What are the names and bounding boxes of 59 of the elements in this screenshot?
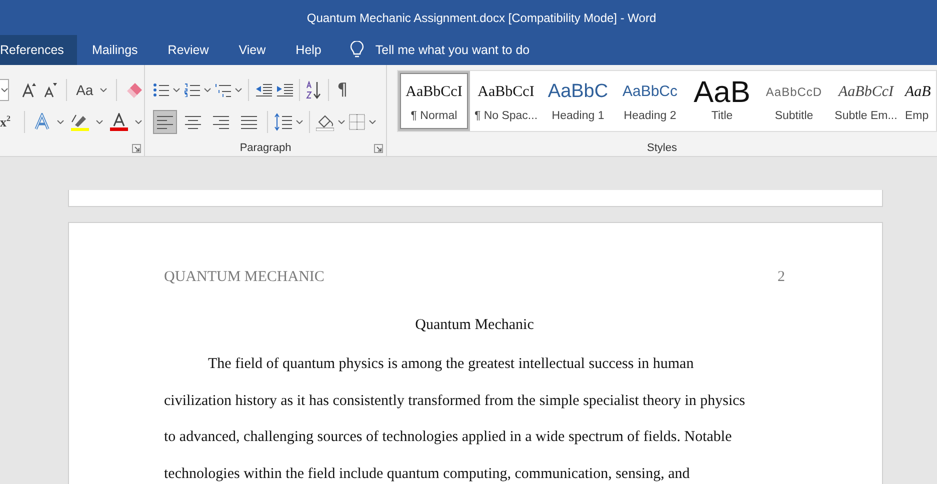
bullet-list-icon[interactable]: [153, 83, 169, 97]
align-right-icon: [211, 113, 231, 131]
style-option[interactable]: AaBbCcI ¶ No Spac...: [470, 71, 542, 131]
align-justify-icon: [239, 113, 259, 131]
borders-icon[interactable]: [349, 114, 365, 130]
document-title: Quantum Mechanic: [414, 317, 535, 334]
caret-icon[interactable]: [100, 88, 108, 92]
group-label: Styles: [646, 142, 678, 154]
numbered-list-icon[interactable]: [184, 83, 200, 97]
eraser-icon[interactable]: [126, 81, 144, 99]
shrink-font-icon[interactable]: [43, 82, 58, 98]
ribbon-tab[interactable]: Help: [280, 35, 336, 65]
caret-icon[interactable]: [338, 120, 345, 124]
caret-icon[interactable]: [56, 120, 64, 124]
caret-icon[interactable]: [296, 120, 303, 124]
font-size-field[interactable]: [0, 79, 10, 101]
dialog-launcher-icon[interactable]: [132, 144, 141, 153]
style-option[interactable]: AaB Title: [686, 71, 758, 131]
caret-icon[interactable]: [0, 88, 8, 92]
style-option[interactable]: AaBbCc Heading 2: [614, 71, 686, 131]
align-left-icon: [155, 113, 175, 131]
caret-icon[interactable]: [369, 120, 376, 124]
caret-icon[interactable]: [134, 120, 142, 124]
search-field[interactable]: Tell me what you want to do: [375, 43, 576, 57]
ribbon-tab[interactable]: View: [224, 35, 281, 65]
lightbulb-icon: [350, 41, 364, 59]
ribbon-tab[interactable]: Mailings: [76, 35, 153, 65]
ribbon-tab[interactable]: References: [0, 35, 77, 65]
page-number: 2: [778, 269, 785, 286]
running-header: QUANTUM MECHANIC: [164, 269, 324, 286]
style-option[interactable]: AaBbC Heading 1: [542, 71, 614, 131]
align-center-icon: [183, 113, 203, 131]
multilevel-list-icon[interactable]: [215, 83, 231, 97]
dialog-launcher-icon[interactable]: [374, 144, 383, 153]
superscript-button[interactable]: x$^{2}$: [0, 114, 10, 130]
highlighter-icon[interactable]: [70, 113, 88, 131]
grow-font-icon[interactable]: [22, 82, 36, 98]
decrease-indent-icon[interactable]: [255, 83, 272, 97]
increase-indent-icon[interactable]: [276, 83, 293, 97]
style-option[interactable]: AaBbCcD Subtitle: [758, 71, 830, 131]
style-option[interactable]: AaBbCcI Subtle Em...: [830, 71, 902, 131]
paint-bucket-icon[interactable]: [316, 113, 334, 131]
sort-icon[interactable]: [306, 81, 322, 99]
font-color-icon[interactable]: [110, 113, 128, 131]
text-effects-icon[interactable]: [34, 113, 50, 131]
group-label: Paragraph: [238, 142, 292, 154]
body-paragraph: The field of quantum physics is among the greatest intellectual success in human civilization history as it has consistently transformed from the simple specialist theory in physics to advanced, challenging sources of technologies applied in a wide spectrum of fields. Notable technologies within the field include quantum computing, communication, sensing, and: [164, 355, 746, 484]
style-option[interactable]: AaB Emp: [902, 71, 937, 131]
show-marks-button[interactable]: ¶: [337, 80, 348, 100]
align-left-button[interactable]: [153, 110, 177, 134]
ribbon-tab[interactable]: Review: [152, 35, 224, 65]
caret-icon[interactable]: [204, 88, 211, 92]
caret-icon[interactable]: [96, 120, 102, 124]
change-case-button[interactable]: Aa: [76, 82, 94, 98]
line-spacing-icon[interactable]: [274, 113, 292, 131]
style-option[interactable]: AaBbCcI ¶ Normal: [398, 71, 470, 131]
caret-icon[interactable]: [173, 88, 180, 92]
window-title: Quantum Mechanic Assignment.docx [Compatibility Mode] - Word: [306, 10, 656, 24]
caret-icon[interactable]: [235, 88, 242, 92]
